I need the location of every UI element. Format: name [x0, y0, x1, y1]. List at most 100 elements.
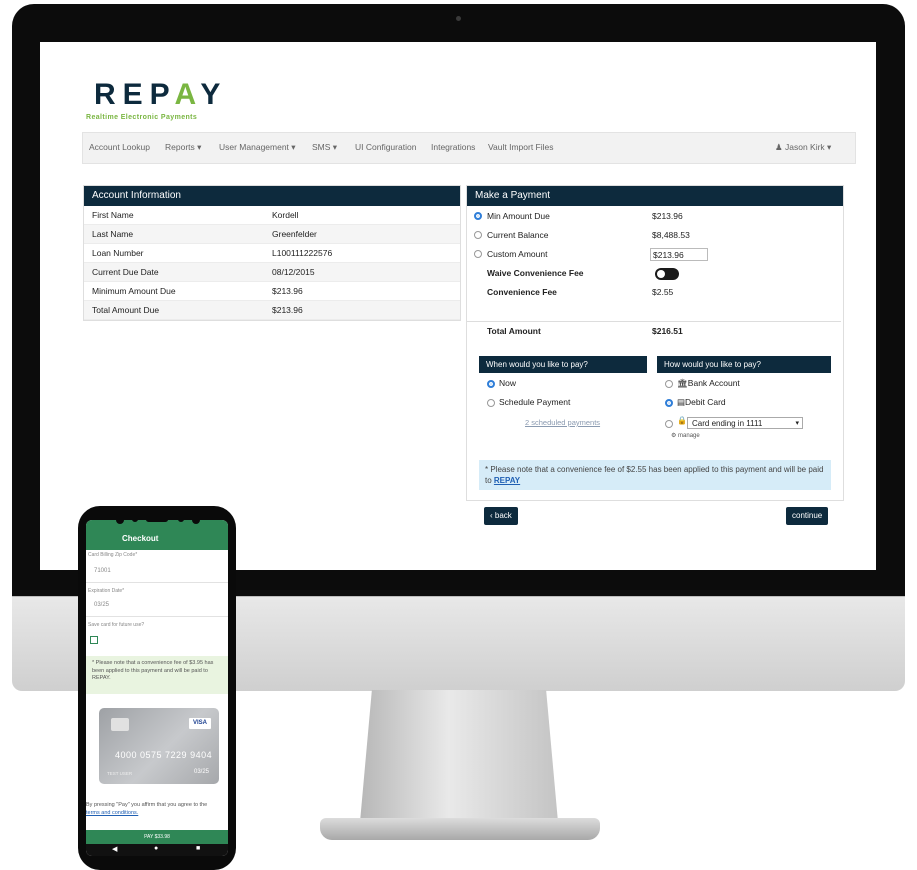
- terms-link[interactable]: terms and conditions.: [86, 810, 138, 816]
- debit-card-radio[interactable]: [665, 399, 673, 407]
- continue-button[interactable]: continue: [786, 507, 829, 525]
- recent-apps-icon[interactable]: ■: [196, 845, 200, 852]
- terms-text: By pressing "Pay" you affirm that you ag…: [86, 802, 208, 808]
- expiration-field[interactable]: 03/25: [94, 602, 109, 608]
- scheduled-payments-link[interactable]: 2 scheduled payments: [525, 418, 600, 427]
- nav-ui-configuration[interactable]: UI Configuration: [355, 142, 416, 152]
- table-row: Current Due Date 08/12/2015: [84, 263, 460, 282]
- table-row: Last Name Greenfelder: [84, 225, 460, 244]
- back-nav-icon[interactable]: ◀: [112, 845, 117, 853]
- home-nav-icon[interactable]: ●: [154, 845, 158, 852]
- phone-fee-note: * Please note that a convenience fee of …: [86, 656, 228, 694]
- credit-card-preview: VISA 4000 0575 7229 9404 TEST USER 03/25: [99, 708, 219, 784]
- save-card-checkbox[interactable]: [90, 636, 98, 644]
- table-row: Total Amount Due $213.96: [84, 301, 460, 320]
- saved-card-value: Card ending in 1111: [692, 419, 763, 428]
- table-row: Minimum Amount Due $213.96: [84, 282, 460, 301]
- nav-integrations[interactable]: Integrations: [431, 142, 475, 152]
- back-button[interactable]: ‹ back: [484, 507, 518, 525]
- nav-vault-import-files[interactable]: Vault Import Files: [488, 142, 554, 152]
- table-row: Loan Number L100111222576: [84, 244, 460, 263]
- total-row: Total Amount $216.51: [467, 321, 841, 341]
- account-info-rows: First Name Kordell Last Name Greenfelder L…: [84, 206, 460, 320]
- table-row: First Name Kordell: [84, 206, 460, 225]
- pay-now-label: Now: [499, 378, 517, 388]
- fee-label: Convenience Fee: [487, 287, 557, 297]
- card-holder: TEST USER: [107, 771, 133, 776]
- custom-amount-input[interactable]: $213.96: [650, 248, 708, 261]
- row-label: Loan Number: [92, 248, 144, 258]
- waive-fee-label: Waive Convenience Fee: [487, 268, 584, 278]
- divider: [86, 582, 228, 583]
- gear-icon: ⚙: [671, 433, 679, 439]
- top-navbar: Account Lookup Reports ▾ User Management…: [82, 132, 856, 164]
- card-expiry: 03/25: [193, 769, 209, 775]
- monitor-stand: [360, 690, 558, 822]
- debit-card-label: Debit Card: [685, 397, 726, 407]
- nav-account-lookup[interactable]: Account Lookup: [89, 142, 150, 152]
- debit-card-option: ▤Debit Card: [677, 397, 726, 408]
- convenience-fee-note: * Please note that a convenience fee of …: [479, 460, 831, 490]
- nav-sms[interactable]: SMS ▾: [312, 142, 337, 153]
- bank-icon: 🏛: [677, 378, 688, 388]
- total-label: Total Amount: [487, 326, 541, 336]
- nav-reports[interactable]: Reports ▾: [165, 142, 201, 153]
- pay-button[interactable]: PAY $33.98: [86, 830, 228, 844]
- schedule-radio[interactable]: [487, 399, 495, 407]
- row-label: First Name: [92, 210, 134, 220]
- min-due-radio[interactable]: [474, 212, 482, 220]
- custom-amount-row: Custom Amount $213.96: [467, 245, 841, 264]
- pay-now-radio[interactable]: [487, 380, 495, 388]
- phone-screen: Checkout Card Billing Zip Code* 71001 Ex…: [86, 520, 228, 856]
- nav-user-management[interactable]: User Management ▾: [219, 142, 296, 153]
- balance-radio[interactable]: [474, 231, 482, 239]
- bank-account-label: Bank Account: [687, 378, 740, 388]
- note-text: * Please note that a convenience fee of …: [485, 465, 824, 485]
- waive-fee-row: Waive Convenience Fee: [467, 264, 841, 283]
- chevron-down-icon: ▾: [795, 420, 799, 427]
- divider: [86, 616, 228, 617]
- visa-logo: VISA: [189, 718, 211, 729]
- phone-nav-bar: ◀ ● ■: [86, 844, 228, 856]
- repay-link[interactable]: REPAY: [494, 476, 520, 485]
- row-value: $213.96: [272, 305, 303, 315]
- min-due-row: Min Amount Due $213.96: [467, 207, 841, 226]
- credit-card-icon: ▤: [677, 397, 686, 407]
- monitor-screen: REPAY Realtime Electronic Payments Accou…: [40, 42, 876, 570]
- user-menu[interactable]: ♟ Jason Kirk ▾: [775, 142, 831, 153]
- row-value: Greenfelder: [272, 229, 317, 239]
- manage-link[interactable]: ⚙ manage: [671, 432, 700, 439]
- how-pay-header: How would you like to pay?: [657, 356, 831, 373]
- min-due-value: $213.96: [652, 211, 683, 221]
- balance-label: Current Balance: [487, 230, 549, 240]
- save-card-label: Save card for future use?: [88, 622, 145, 628]
- user-name: Jason Kirk ▾: [784, 142, 832, 152]
- bank-account-option: 🏛Bank Account: [677, 378, 740, 389]
- bank-account-radio[interactable]: [665, 380, 673, 388]
- waive-fee-toggle[interactable]: [655, 268, 679, 280]
- lock-icon: 🔒: [677, 416, 687, 425]
- saved-card-radio[interactable]: [665, 420, 673, 428]
- zip-field[interactable]: 71001: [94, 568, 111, 574]
- user-icon: ♟: [775, 142, 785, 152]
- monitor-camera: [456, 16, 461, 21]
- phone-sensor: [178, 520, 184, 522]
- balance-value: $8,488.53: [652, 230, 690, 240]
- checkout-title: Checkout: [122, 534, 159, 543]
- saved-card-select[interactable]: Card ending in 1111 ▾: [687, 417, 803, 429]
- account-info-panel: Account Information First Name Kordell La…: [83, 185, 461, 321]
- balance-row: Current Balance $8,488.53: [467, 226, 841, 245]
- custom-amount-radio[interactable]: [474, 250, 482, 258]
- repay-logo: REPAY: [94, 78, 228, 111]
- phone-header: Checkout: [86, 520, 228, 550]
- logo-tagline: Realtime Electronic Payments: [86, 114, 198, 121]
- row-value: L100111222576: [272, 248, 333, 258]
- min-due-label: Min Amount Due: [487, 211, 550, 221]
- phone-sensor: [116, 520, 124, 524]
- total-value: $216.51: [652, 326, 683, 336]
- zip-label: Card Billing Zip Code*: [88, 552, 138, 558]
- fee-value: $2.55: [652, 287, 674, 297]
- when-pay-header: When would you like to pay?: [479, 356, 647, 373]
- manage-label: manage: [678, 433, 700, 439]
- row-label: Current Due Date: [92, 267, 159, 277]
